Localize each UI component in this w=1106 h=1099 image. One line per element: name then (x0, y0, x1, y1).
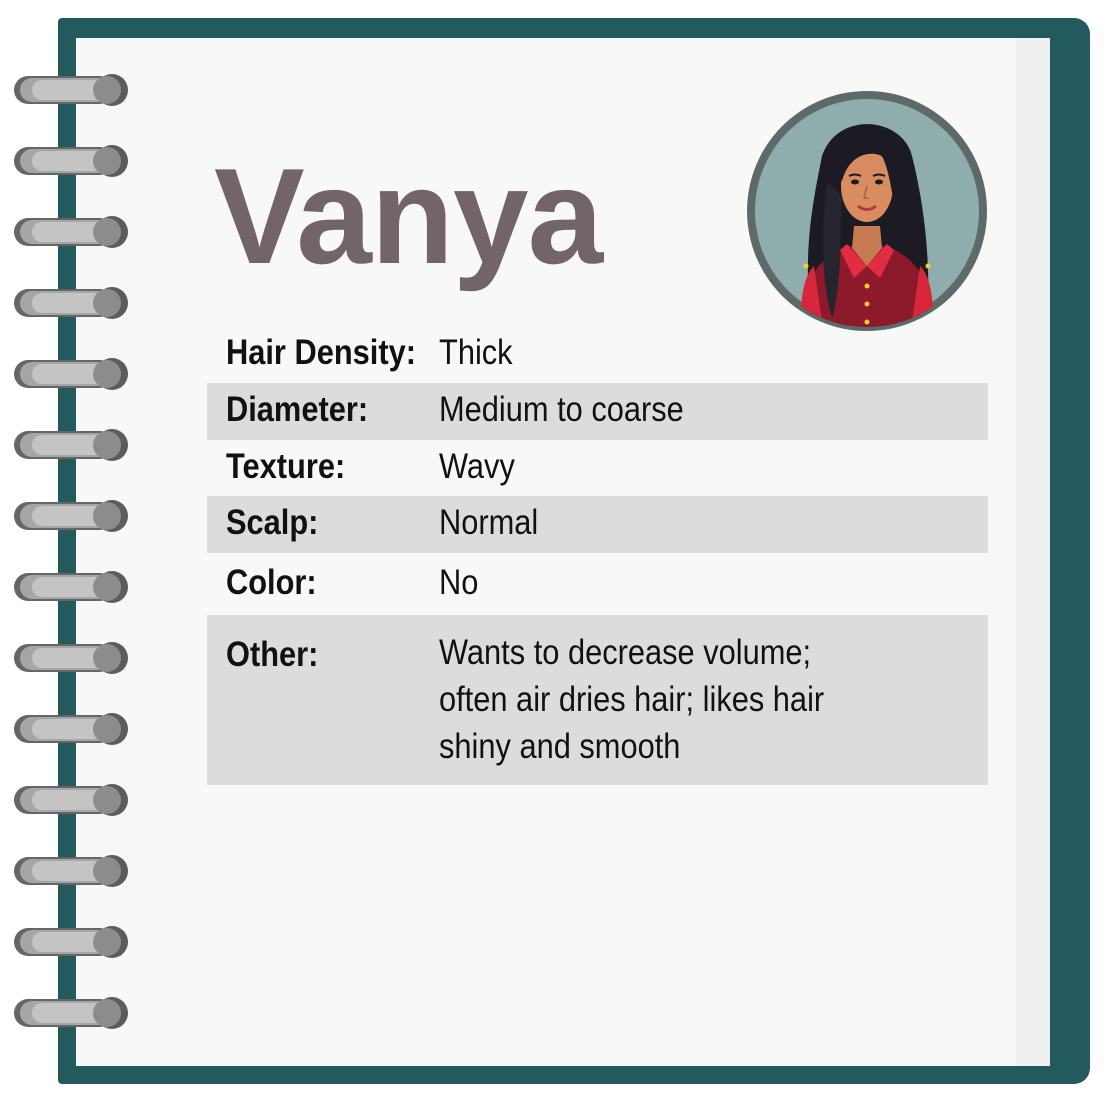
spiral-ring-icon (14, 216, 128, 248)
spiral-ring-icon (14, 713, 128, 745)
spiral-ring-icon (14, 997, 128, 1029)
table-row: Diameter: Medium to coarse (207, 383, 988, 440)
spiral-ring-icon (14, 926, 128, 958)
other-line: often air dries hair; likes hair (439, 680, 825, 719)
spiral-ring-icon (14, 358, 128, 390)
other-line: shiny and smooth (439, 727, 681, 766)
table-row: Texture: Wavy (207, 440, 988, 496)
spiral-ring-icon (14, 145, 128, 177)
spiral-ring-icon (14, 429, 128, 461)
row-value: Normal (439, 503, 539, 542)
spiral-ring-icon (14, 855, 128, 887)
page-edge (1016, 38, 1050, 1066)
spiral-ring-icon (14, 642, 128, 674)
table-row: Color: No (207, 553, 988, 615)
row-value: Wavy (439, 447, 515, 486)
row-value: No (439, 563, 479, 602)
spiral-ring-icon (14, 784, 128, 816)
row-label: Other: (226, 635, 319, 674)
row-label: Scalp: (226, 503, 319, 542)
row-label: Diameter: (226, 390, 369, 429)
row-value: Thick (439, 333, 513, 372)
table-row: Scalp: Normal (207, 496, 988, 553)
row-label: Color: (226, 563, 317, 602)
spiral-ring-icon (14, 74, 128, 106)
table-row: Hair Density: Thick (207, 326, 988, 383)
profile-name: Vanya (214, 140, 603, 292)
table-row-other: Other: Wants to decrease volume; often a… (207, 615, 988, 785)
other-line: Wants to decrease volume; (439, 633, 812, 672)
spiral-ring-icon (14, 287, 128, 319)
spiral-ring-icon (14, 571, 128, 603)
spiral-ring-icon (14, 500, 128, 532)
woman-avatar-icon (747, 91, 987, 331)
row-label: Hair Density: (226, 333, 416, 372)
row-label: Texture: (226, 447, 346, 486)
row-value: Medium to coarse (439, 390, 684, 429)
